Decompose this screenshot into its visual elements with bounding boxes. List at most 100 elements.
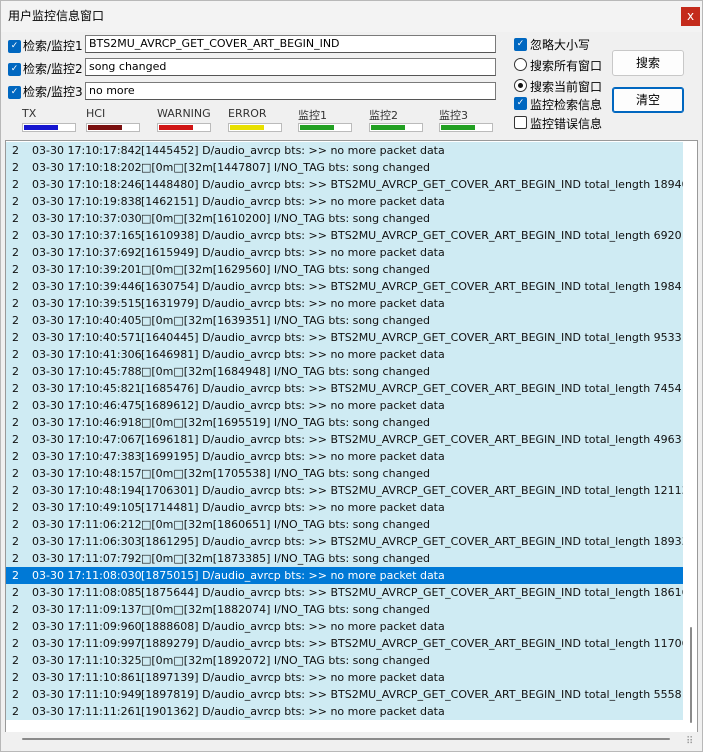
log-row-message: [1699195] D/audio_avrcp bts: >> no more …: [141, 450, 445, 463]
ignore-case-checkbox[interactable]: ✓: [514, 38, 527, 51]
log-row-channel: 2: [12, 552, 19, 565]
monitor-error-label: 监控错误信息: [530, 117, 603, 131]
legend-error-swatch: [228, 123, 282, 132]
log-row-message: [1861295] D/audio_avrcp bts: >> BTS2MU_A…: [141, 535, 683, 548]
log-row-message: □[0m□[32m[1684948] I/NO_TAG bts: song ch…: [141, 365, 431, 378]
log-row[interactable]: 2 03-30 17:10:40:405 □[0m□[32m[1639351] I/…: [6, 312, 683, 329]
search-button[interactable]: 搜索: [612, 50, 684, 76]
legend-monitor2-label: 监控2: [369, 109, 398, 122]
log-row-timestamp: 03-30 17:11:10:949: [32, 688, 142, 701]
log-row[interactable]: 2 03-30 17:11:06:212 □[0m□[32m[1860651] I/…: [6, 516, 683, 533]
log-row-timestamp: 03-30 17:11:06:303: [32, 535, 142, 548]
log-row[interactable]: 2 03-30 17:10:48:194 [1706301] D/audio_avr…: [6, 482, 683, 499]
log-row[interactable]: 2 03-30 17:10:48:157 □[0m□[32m[1705538] I/…: [6, 465, 683, 482]
log-row[interactable]: 2 03-30 17:10:39:446 [1630754] D/audio_avr…: [6, 278, 683, 295]
log-row-channel: 2: [12, 501, 19, 514]
log-row-timestamp: 03-30 17:10:47:067: [32, 433, 142, 446]
log-row[interactable]: 2 03-30 17:10:46:475 [1689612] D/audio_avr…: [6, 397, 683, 414]
log-row[interactable]: 2 03-30 17:11:09:960 [1888608] D/audio_avr…: [6, 618, 683, 635]
log-row-timestamp: 03-30 17:11:11:261: [32, 705, 142, 718]
legend-monitor1-swatch: [298, 123, 352, 132]
search-1-checkbox[interactable]: ✓: [8, 40, 21, 53]
legend-error-label: ERROR: [228, 107, 267, 120]
close-button[interactable]: x: [681, 7, 700, 26]
log-row-channel: 2: [12, 518, 19, 531]
search-1-input[interactable]: BTS2MU_AVRCP_GET_COVER_ART_BEGIN_IND: [85, 35, 496, 53]
log-row[interactable]: 2 03-30 17:10:17:842 [1445452] D/audio_avr…: [6, 142, 683, 159]
log-row-timestamp: 03-30 17:10:39:201: [32, 263, 142, 276]
search-current-radio[interactable]: [514, 79, 527, 92]
log-row[interactable]: 2 03-30 17:10:45:821 [1685476] D/audio_avr…: [6, 380, 683, 397]
search-2-checkbox[interactable]: ✓: [8, 63, 21, 76]
resize-grip-icon[interactable]: ⠿: [686, 736, 693, 747]
log-row[interactable]: 2 03-30 17:11:10:325 □[0m□[32m[1892072] I/…: [6, 652, 683, 669]
legend-warning-label: WARNING: [157, 107, 211, 120]
monitor-search-checkbox[interactable]: ✓: [514, 97, 527, 110]
log-row[interactable]: 2 03-30 17:10:45:788 □[0m□[32m[1684948] I/…: [6, 363, 683, 380]
log-row-message: [1610938] D/audio_avrcp bts: >> BTS2MU_A…: [141, 229, 682, 242]
log-row[interactable]: 2 03-30 17:11:08:030 [1875015] D/audio_avr…: [6, 567, 683, 584]
log-row[interactable]: 2 03-30 17:11:08:085 [1875644] D/audio_avr…: [6, 584, 683, 601]
log-row[interactable]: 2 03-30 17:10:18:246 [1448480] D/audio_avr…: [6, 176, 683, 193]
log-row[interactable]: 2 03-30 17:11:10:861 [1897139] D/audio_avr…: [6, 669, 683, 686]
log-row-channel: 2: [12, 263, 19, 276]
log-row[interactable]: 2 03-30 17:10:37:165 [1610938] D/audio_avr…: [6, 227, 683, 244]
log-row[interactable]: 2 03-30 17:10:46:918 □[0m□[32m[1695519] I/…: [6, 414, 683, 431]
monitor-error-checkbox[interactable]: [514, 116, 527, 129]
log-row-message: [1875644] D/audio_avrcp bts: >> BTS2MU_A…: [141, 586, 683, 599]
log-row[interactable]: 2 03-30 17:10:47:383 [1699195] D/audio_avr…: [6, 448, 683, 465]
log-row-message: [1631979] D/audio_avrcp bts: >> no more …: [141, 297, 445, 310]
window-title: 用户监控信息窗口: [8, 9, 105, 23]
horizontal-scroll-thumb[interactable]: [22, 738, 670, 740]
log-row[interactable]: 2 03-30 17:11:09:997 [1889279] D/audio_avr…: [6, 635, 683, 652]
log-row-message: [1897819] D/audio_avrcp bts: >> BTS2MU_A…: [141, 688, 682, 701]
log-row[interactable]: 2 03-30 17:10:19:838 [1462151] D/audio_avr…: [6, 193, 683, 210]
log-row[interactable]: 2 03-30 17:10:39:201 □[0m□[32m[1629560] I/…: [6, 261, 683, 278]
log-row-message: □[0m□[32m[1447807] I/NO_TAG bts: song ch…: [141, 161, 431, 174]
log-row-channel: 2: [12, 484, 19, 497]
clear-button[interactable]: 清空: [612, 87, 684, 113]
vertical-scroll-thumb[interactable]: [690, 627, 692, 723]
legend-monitor3-label: 监控3: [439, 109, 468, 122]
log-rows: 2 03-30 17:10:17:842 [1445452] D/audio_avr…: [6, 142, 683, 732]
log-row[interactable]: 2 03-30 17:11:06:303 [1861295] D/audio_avr…: [6, 533, 683, 550]
log-row[interactable]: 2 03-30 17:10:41:306 [1646981] D/audio_avr…: [6, 346, 683, 363]
legend-hci-swatch: [86, 123, 140, 132]
log-row-message: □[0m□[32m[1873385] I/NO_TAG bts: song ch…: [141, 552, 431, 565]
log-row[interactable]: 2 03-30 17:10:18:202 □[0m□[32m[1447807] I/…: [6, 159, 683, 176]
legend-tx-swatch: [22, 123, 76, 132]
log-row-channel: 2: [12, 161, 19, 174]
log-row-channel: 2: [12, 246, 19, 259]
log-row-message: □[0m□[32m[1639351] I/NO_TAG bts: song ch…: [141, 314, 431, 327]
log-row[interactable]: 2 03-30 17:11:10:949 [1897819] D/audio_avr…: [6, 686, 683, 703]
log-row[interactable]: 2 03-30 17:10:37:692 [1615949] D/audio_avr…: [6, 244, 683, 261]
log-row-timestamp: 03-30 17:10:45:788: [32, 365, 142, 378]
log-row[interactable]: 2 03-30 17:11:11:261 [1901362] D/audio_avr…: [6, 703, 683, 720]
log-row[interactable]: 2 03-30 17:10:49:105 [1714481] D/audio_avr…: [6, 499, 683, 516]
search-2-input[interactable]: song changed: [85, 58, 496, 76]
title-bar[interactable]: 用户监控信息窗口 x: [0, 0, 703, 32]
log-row-message: [1630754] D/audio_avrcp bts: >> BTS2MU_A…: [141, 280, 682, 293]
log-row-message: □[0m□[32m[1695519] I/NO_TAG bts: song ch…: [141, 416, 431, 429]
search-3-checkbox[interactable]: ✓: [8, 86, 21, 99]
log-row-channel: 2: [12, 144, 19, 157]
log-row-channel: 2: [12, 365, 19, 378]
vertical-scrollbar[interactable]: [684, 141, 697, 733]
log-row[interactable]: 2 03-30 17:11:09:137 □[0m□[32m[1882074] I/…: [6, 601, 683, 618]
log-row[interactable]: 2 03-30 17:10:39:515 [1631979] D/audio_avr…: [6, 295, 683, 312]
log-row[interactable]: 2 03-30 17:11:07:792 □[0m□[32m[1873385] I/…: [6, 550, 683, 567]
log-row-message: [1615949] D/audio_avrcp bts: >> no more …: [141, 246, 445, 259]
log-row-timestamp: 03-30 17:10:37:692: [32, 246, 142, 259]
log-row[interactable]: 2 03-30 17:10:47:067 [1696181] D/audio_avr…: [6, 431, 683, 448]
log-row-channel: 2: [12, 535, 19, 548]
horizontal-scrollbar[interactable]: [0, 732, 703, 752]
log-list[interactable]: 2 03-30 17:10:17:842 [1445452] D/audio_avr…: [5, 140, 698, 734]
log-row-channel: 2: [12, 348, 19, 361]
log-row-channel: 2: [12, 212, 19, 225]
log-row-timestamp: 03-30 17:11:06:212: [32, 518, 142, 531]
search-3-input[interactable]: no more: [85, 82, 496, 100]
log-row-message: □[0m□[32m[1705538] I/NO_TAG bts: song ch…: [141, 467, 431, 480]
log-row[interactable]: 2 03-30 17:10:37:030 □[0m□[32m[1610200] I/…: [6, 210, 683, 227]
log-row[interactable]: 2 03-30 17:10:40:571 [1640445] D/audio_avr…: [6, 329, 683, 346]
search-all-radio[interactable]: [514, 58, 527, 71]
